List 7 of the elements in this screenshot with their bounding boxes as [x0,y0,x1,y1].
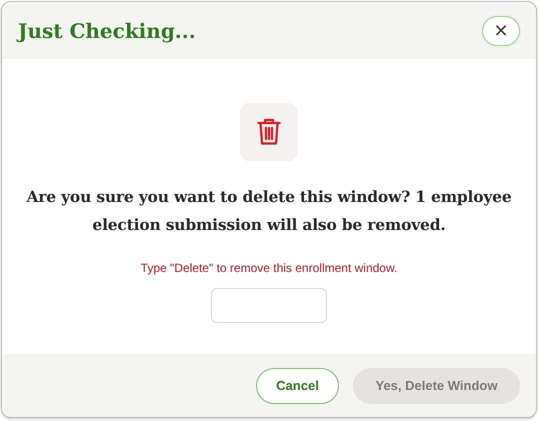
close-button[interactable]: × [482,16,520,46]
confirm-input-field[interactable] [211,288,327,323]
instruction-text: Type "Delete" to remove this enrollment window. [140,261,398,275]
dialog-title: Just Checking... [18,18,196,42]
confirmation-message: Are you sure you want to delete this window? 1 employee election submission will also be removed. [25,186,513,236]
cancel-button[interactable]: Cancel [256,368,339,404]
trash-icon [257,118,281,146]
